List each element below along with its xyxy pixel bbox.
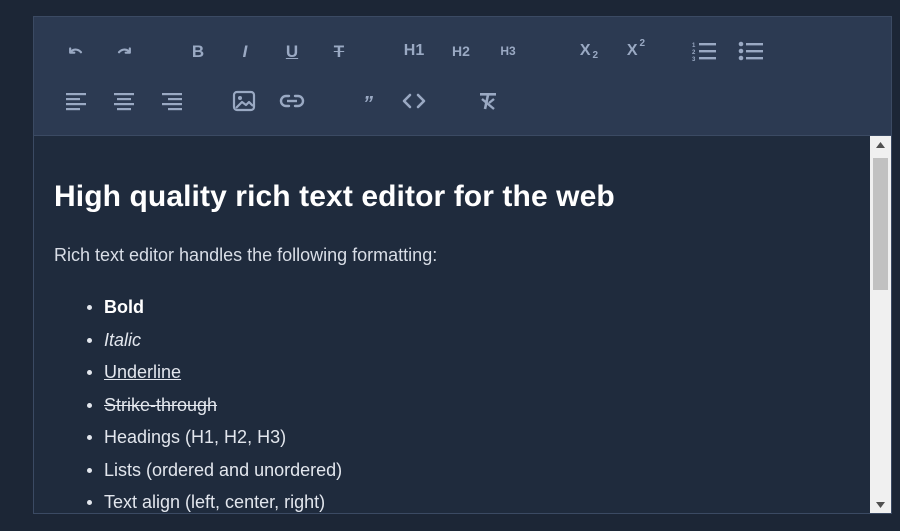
undo-icon (69, 47, 83, 54)
content-intro: Rich text editor handles the following f… (54, 245, 438, 265)
list-item: Text align (left, center, right) (54, 491, 342, 513)
scrollbar-thumb[interactable] (873, 158, 888, 290)
align-right-icon (162, 93, 182, 111)
redo-button[interactable] (112, 39, 136, 63)
list-item-text: Text align (left, center, right) (104, 492, 326, 512)
caret-up-icon (876, 141, 885, 148)
editor-toolbar: B I U T H1 H2 H3 X2 X2 1 2 3 ” (34, 17, 891, 136)
subscript-mark: 2 (592, 50, 599, 61)
superscript-button[interactable]: X2 (622, 39, 650, 63)
clear-format-icon (480, 93, 496, 110)
heading-1-label: H1 (403, 42, 425, 59)
bullet-list-icon (738, 41, 763, 61)
redo-icon (117, 47, 131, 54)
list-item-bold-text: Bold (104, 297, 144, 317)
clear-format-button[interactable] (475, 89, 501, 113)
bold-button[interactable]: B (187, 39, 209, 63)
align-left-icon (66, 93, 86, 111)
heading-1-button[interactable]: H1 (399, 39, 429, 63)
ordered-list-button[interactable]: 1 2 3 (690, 39, 718, 63)
italic-label: I (242, 41, 248, 61)
code-icon (402, 93, 426, 109)
heading-3-label: H3 (500, 44, 516, 58)
rich-text-editor: B I U T H1 H2 H3 X2 X2 1 2 3 ” High qual… (33, 16, 892, 514)
svg-text:1: 1 (692, 43, 696, 49)
list-item-italic-text: Italic (104, 329, 142, 350)
code-button[interactable] (401, 89, 427, 113)
underline-button[interactable]: U (281, 39, 303, 63)
list-item: Strike-through (54, 394, 342, 427)
align-right-button[interactable] (160, 89, 184, 113)
quote-label: ” (363, 93, 373, 115)
list-item-strike-text: Strike-through (104, 394, 218, 415)
undo-button[interactable] (64, 39, 88, 63)
link-icon (279, 94, 305, 108)
svg-text:2: 2 (692, 50, 696, 56)
caret-down-icon (876, 501, 885, 508)
list-item: Headings (H1, H2, H3) (54, 426, 342, 459)
underline-label: U (285, 41, 299, 61)
scroll-down-arrow[interactable] (870, 496, 891, 513)
align-left-button[interactable] (64, 89, 88, 113)
list-item: Underline (54, 361, 342, 394)
insert-link-button[interactable] (278, 89, 306, 113)
image-icon (232, 90, 256, 112)
list-item: Bold (54, 296, 342, 329)
bullet-list-button[interactable] (737, 39, 765, 63)
list-item-underline-text: Underline (104, 362, 182, 382)
list-item-text: Headings (H1, H2, H3) (104, 427, 287, 447)
superscript-label: X (626, 42, 638, 59)
editor-content[interactable]: High quality rich text editor for the we… (34, 136, 870, 513)
subscript-button[interactable]: X2 (575, 39, 603, 63)
bold-label: B (191, 41, 205, 61)
heading-3-button[interactable]: H3 (496, 39, 520, 63)
heading-2-label: H2 (452, 43, 470, 59)
content-heading: High quality rich text editor for the we… (54, 180, 615, 213)
heading-2-button[interactable]: H2 (448, 39, 474, 63)
align-center-button[interactable] (112, 89, 136, 113)
svg-text:3: 3 (692, 57, 696, 62)
vertical-scrollbar[interactable] (870, 136, 891, 513)
insert-image-button[interactable] (231, 89, 257, 113)
subscript-label: X (579, 42, 591, 59)
scroll-up-arrow[interactable] (870, 136, 891, 153)
strikethrough-label: T (333, 41, 345, 61)
superscript-mark: 2 (639, 38, 646, 49)
list-item-text: Lists (ordered and unordered) (104, 459, 343, 480)
italic-button[interactable]: I (234, 39, 256, 63)
ordered-list-icon: 1 2 3 (692, 43, 716, 62)
formatting-list: Bold Italic Underline Strike-through Hea… (54, 296, 342, 513)
align-center-icon (114, 93, 134, 111)
list-item: Italic (54, 329, 342, 362)
list-item: Lists (ordered and unordered) (54, 459, 342, 492)
blockquote-button[interactable]: ” (356, 89, 380, 115)
strikethrough-button[interactable]: T (328, 39, 350, 63)
